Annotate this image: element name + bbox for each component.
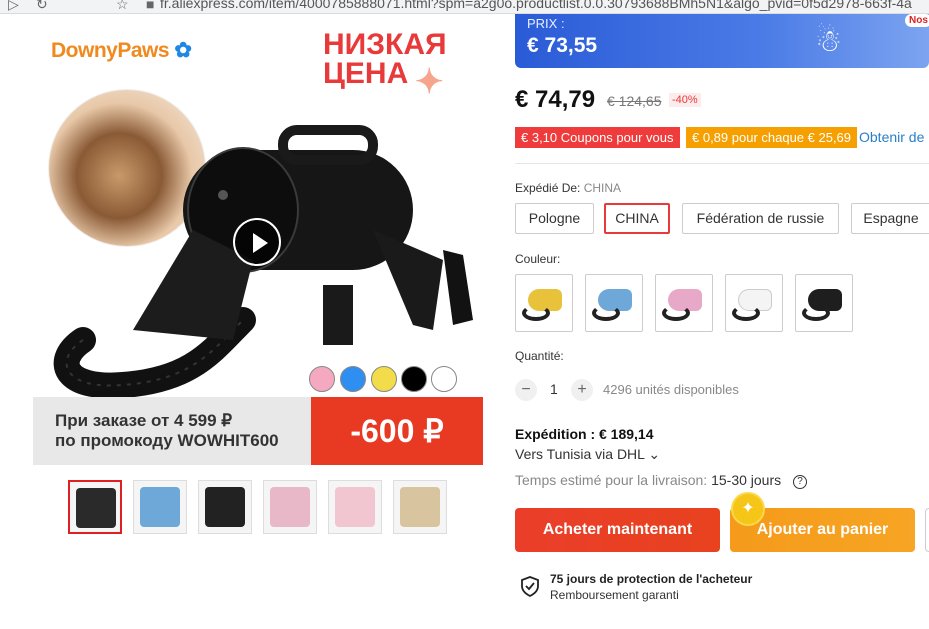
browser-toolbar: ▷ ↻ ☆ ■ fr.aliexpress.com/item/400078588… bbox=[0, 0, 929, 14]
thumb-image bbox=[140, 487, 180, 527]
ships-from-label: Expédié De: CHINA bbox=[515, 181, 621, 195]
delivery-estimate-value: 15-30 jours bbox=[711, 472, 782, 488]
bookmark-icon[interactable]: ☆ bbox=[116, 0, 129, 13]
original-price: € 124,65 bbox=[607, 93, 662, 109]
color-dot-blue bbox=[340, 366, 366, 392]
delivery-estimate: Temps estimé pour la livraison: 15-30 jo… bbox=[515, 472, 808, 489]
promo-price-value: € 73,55 bbox=[527, 34, 598, 57]
ships-from-title: Expédié De: bbox=[515, 181, 581, 195]
thumb-image bbox=[76, 488, 116, 528]
thumb-image bbox=[270, 487, 310, 527]
ship-option-espagne[interactable]: Espagne bbox=[851, 203, 929, 234]
color-dot-pink bbox=[309, 366, 335, 392]
quantity-value[interactable]: 1 bbox=[550, 381, 558, 397]
delivery-estimate-label: Temps estimé pour la livraison: bbox=[515, 472, 708, 488]
buyer-protection-subtitle: Remboursement garanti bbox=[550, 588, 679, 602]
promo-code-banner: При заказе от 4 599 ₽ по промокоду WOWHI… bbox=[33, 397, 483, 465]
thumb-image bbox=[205, 487, 245, 527]
play-video-button[interactable] bbox=[233, 218, 281, 266]
get-coupons-link[interactable]: Obtenir de bbox=[859, 129, 924, 145]
promo-discount: -600 ₽ bbox=[311, 397, 483, 465]
main-product-image[interactable]: DownyPaws ✿ НИЗКАЯ ЦЕНА ✦ При заказе от … bbox=[33, 20, 483, 465]
thumbnail[interactable] bbox=[263, 480, 317, 534]
brand-logo: DownyPaws ✿ bbox=[51, 39, 192, 62]
color-swatch-pink[interactable] bbox=[655, 274, 713, 332]
sparkle-icon: ✦ bbox=[415, 63, 444, 101]
shipping-cost: Expédition : € 189,14 bbox=[515, 426, 654, 442]
quantity-label: Quantité: bbox=[515, 349, 564, 363]
paw-icon: ✿ bbox=[174, 39, 192, 62]
promo-code-text: При заказе от 4 599 ₽ по промокоду WOWHI… bbox=[55, 411, 279, 451]
ships-from-value: CHINA bbox=[583, 181, 622, 195]
snowman-icon: ☃ bbox=[815, 25, 842, 58]
thumbnail[interactable] bbox=[198, 480, 252, 534]
promo-code-line-1: При заказе от 4 599 ₽ bbox=[55, 411, 233, 430]
ship-option-pologne[interactable]: Pologne bbox=[515, 203, 594, 234]
thumbnail[interactable] bbox=[133, 480, 187, 534]
promo-line-1: НИЗКАЯ bbox=[323, 28, 447, 61]
wishlist-button[interactable] bbox=[925, 508, 929, 552]
address-bar[interactable]: fr.aliexpress.com/item/4000785888071.htm… bbox=[160, 0, 912, 11]
color-swatch-blue[interactable] bbox=[585, 274, 643, 332]
thumbnail[interactable] bbox=[68, 480, 122, 534]
color-label: Couleur: bbox=[515, 252, 561, 266]
sparkle-coin-icon: ✦ bbox=[733, 494, 763, 524]
lock-icon: ■ bbox=[146, 0, 155, 12]
ship-option-china[interactable]: CHINA bbox=[604, 203, 670, 234]
swatch-hose bbox=[662, 305, 690, 321]
buy-now-button[interactable]: Acheter maintenant bbox=[515, 508, 720, 552]
divider bbox=[515, 163, 929, 164]
current-price: € 74,79 bbox=[515, 86, 596, 113]
color-dot-yellow bbox=[371, 366, 397, 392]
shield-check-icon bbox=[521, 576, 539, 597]
color-dot-black bbox=[401, 366, 427, 392]
color-swatch-white[interactable] bbox=[725, 274, 783, 332]
thumbnail[interactable] bbox=[328, 480, 382, 534]
quantity-decrease-button[interactable]: − bbox=[515, 379, 537, 401]
color-swatch-yellow[interactable] bbox=[515, 274, 573, 332]
coupon-badge[interactable]: € 0,89 pour chaque € 25,69 bbox=[686, 127, 858, 148]
promo-corner-label: Nos bbox=[905, 14, 929, 27]
color-swatch-black[interactable] bbox=[795, 274, 853, 332]
stock-available: 4296 unités disponibles bbox=[603, 382, 739, 397]
back-icon[interactable]: ▷ bbox=[8, 0, 19, 13]
help-icon[interactable]: ? bbox=[793, 475, 808, 489]
quantity-increase-button[interactable]: + bbox=[571, 379, 593, 401]
reload-icon[interactable]: ↻ bbox=[36, 0, 48, 13]
coupon-badge[interactable]: € 3,10 Coupons pour vous bbox=[515, 127, 680, 148]
shipping-method-dropdown[interactable]: Vers Tunisia via DHL ⌄ bbox=[515, 446, 660, 463]
promo-price-banner[interactable]: PRIX : € 73,55 ☃ Nos bbox=[515, 14, 929, 68]
promo-label: НИЗКАЯ ЦЕНА ✦ bbox=[323, 28, 447, 100]
color-dot-white bbox=[431, 366, 457, 392]
swatch-hose bbox=[802, 305, 830, 321]
thumb-image bbox=[335, 487, 375, 527]
swatch-hose bbox=[522, 305, 550, 321]
ship-option-russie[interactable]: Fédération de russie bbox=[682, 203, 839, 234]
thumb-image bbox=[400, 487, 440, 527]
thumbnail[interactable] bbox=[393, 480, 447, 534]
discount-badge: -40% bbox=[669, 93, 701, 107]
promo-code-line-2: по промокоду WOWHIT600 bbox=[55, 431, 279, 450]
swatch-hose bbox=[592, 305, 620, 321]
buyer-protection-title: 75 jours de protection de l'acheteur bbox=[550, 572, 753, 586]
swatch-hose bbox=[732, 305, 760, 321]
promo-price-label: PRIX : bbox=[527, 16, 565, 31]
